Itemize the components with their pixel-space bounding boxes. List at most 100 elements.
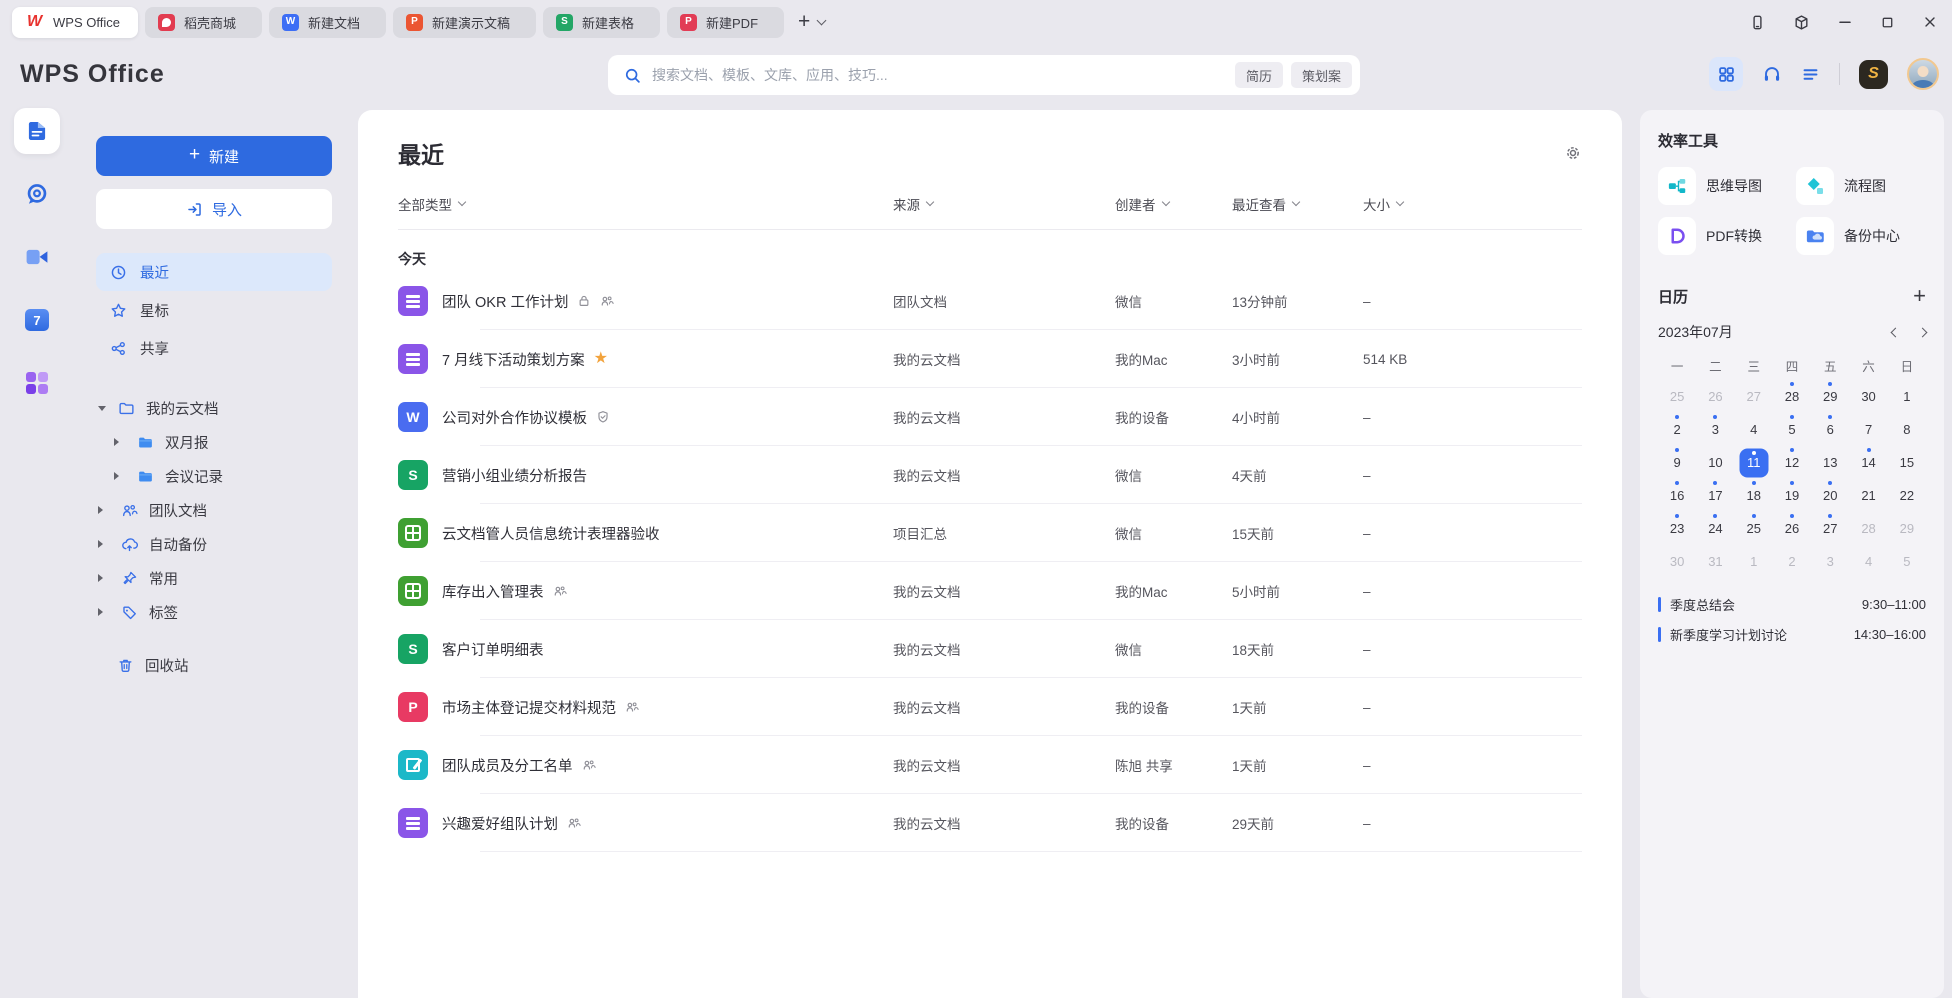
filter-creator[interactable]: 创建者	[1115, 194, 1232, 214]
close-button[interactable]	[1922, 14, 1938, 30]
calendar-day[interactable]: 2	[1658, 414, 1696, 445]
expand-arrow-icon[interactable]	[98, 608, 107, 616]
calendar-day[interactable]: 4	[1849, 546, 1887, 577]
tab-list-chevron-icon[interactable]	[818, 21, 825, 24]
new-tab-button[interactable]	[798, 10, 810, 34]
rail-calendar-icon[interactable]: 7	[14, 297, 60, 343]
sidebar-tree-item[interactable]: 团队文档	[96, 493, 332, 527]
calendar-day[interactable]: 4	[1735, 414, 1773, 445]
calendar-day[interactable]: 3	[1696, 414, 1734, 445]
calendar-day[interactable]: 6	[1811, 414, 1849, 445]
tool-item[interactable]: 备份中心	[1796, 217, 1926, 255]
expand-arrow-icon[interactable]	[114, 472, 123, 480]
calendar-day[interactable]: 13	[1811, 447, 1849, 478]
support-headset-icon[interactable]	[1762, 64, 1782, 84]
mobile-link-icon[interactable]	[1749, 14, 1766, 31]
file-row[interactable]: 团队 OKR 工作计划 团队文档 微信 13分钟前 –	[398, 272, 1582, 330]
calendar-day[interactable]: 5	[1888, 546, 1926, 577]
window-tab[interactable]: W WPS Office	[12, 7, 138, 38]
calendar-event[interactable]: 季度总结会 9:30–11:00	[1658, 589, 1926, 619]
tool-item[interactable]: PDF转换	[1658, 217, 1788, 255]
calendar-day[interactable]: 23	[1658, 513, 1696, 544]
search-suggestion-tag[interactable]: 简历	[1235, 62, 1283, 88]
calendar-day[interactable]: 21	[1849, 480, 1887, 511]
expand-arrow-icon[interactable]	[98, 506, 107, 514]
calendar-day[interactable]: 22	[1888, 480, 1926, 511]
calendar-day[interactable]: 26	[1773, 513, 1811, 544]
calendar-day[interactable]: 10	[1696, 447, 1734, 478]
member-badge-icon[interactable]	[1859, 60, 1888, 89]
calendar-day[interactable]: 20	[1811, 480, 1849, 511]
calendar-prev-icon[interactable]	[1891, 327, 1901, 337]
calendar-day[interactable]: 29	[1888, 513, 1926, 544]
sidebar-item-trash[interactable]: 回收站	[96, 655, 332, 676]
calendar-day[interactable]: 28	[1773, 381, 1811, 412]
calendar-day[interactable]: 24	[1696, 513, 1734, 544]
sidebar-tree-item[interactable]: 自动备份	[96, 527, 332, 561]
window-tab[interactable]: 稻壳商城	[145, 7, 262, 38]
calendar-day[interactable]: 26	[1696, 381, 1734, 412]
calendar-event[interactable]: 新季度学习计划讨论 14:30–16:00	[1658, 619, 1926, 649]
calendar-day[interactable]: 3	[1811, 546, 1849, 577]
window-tab[interactable]: W 新建文档	[269, 7, 386, 38]
search-bar[interactable]: 搜索文档、模板、文库、应用、技巧... 简历策划案	[608, 55, 1360, 95]
sidebar-tree-item[interactable]: 会议记录	[96, 459, 332, 493]
file-row[interactable]: 云文档管人员信息统计表理器验收 项目汇总 微信 15天前 –	[398, 504, 1582, 562]
calendar-next-icon[interactable]	[1918, 327, 1928, 337]
calendar-day[interactable]: 27	[1735, 381, 1773, 412]
rail-chat-icon[interactable]	[14, 171, 60, 217]
file-row[interactable]: S 客户订单明细表 我的云文档 微信 18天前 –	[398, 620, 1582, 678]
calendar-day[interactable]: 11	[1735, 447, 1773, 478]
sidebar-tree-item[interactable]: 双月报	[96, 425, 332, 459]
calendar-day[interactable]: 14	[1849, 447, 1887, 478]
file-row[interactable]: S 营销小组业绩分析报告 我的云文档 微信 4天前 –	[398, 446, 1582, 504]
calendar-day[interactable]: 1	[1888, 381, 1926, 412]
calendar-day[interactable]: 1	[1735, 546, 1773, 577]
calendar-day[interactable]: 19	[1773, 480, 1811, 511]
calendar-day[interactable]: 2	[1773, 546, 1811, 577]
sidebar-item[interactable]: 最近	[96, 253, 332, 291]
global-apps-grid-icon[interactable]	[1709, 57, 1743, 91]
calendar-day[interactable]: 30	[1849, 381, 1887, 412]
new-document-button[interactable]: 新建	[96, 136, 332, 176]
calendar-day[interactable]: 12	[1773, 447, 1811, 478]
file-row[interactable]: P 市场主体登记提交材料规范 我的云文档 我的设备 1天前 –	[398, 678, 1582, 736]
rail-apps-icon[interactable]	[14, 360, 60, 406]
filter-type[interactable]: 全部类型	[398, 194, 893, 214]
filter-source[interactable]: 来源	[893, 194, 1115, 214]
rail-docs-icon[interactable]	[14, 108, 60, 154]
sidebar-item[interactable]: 星标	[96, 291, 332, 329]
sidebar-tree-item[interactable]: 我的云文档	[96, 391, 332, 425]
file-row[interactable]: W 公司对外合作协议模板 我的云文档 我的设备 4小时前 –	[398, 388, 1582, 446]
calendar-day[interactable]: 25	[1658, 381, 1696, 412]
expand-arrow-icon[interactable]	[98, 540, 107, 548]
window-tab[interactable]: P 新建PDF	[667, 7, 784, 38]
star-icon[interactable]: ★	[594, 348, 608, 368]
user-avatar[interactable]	[1907, 58, 1939, 90]
tool-item[interactable]: 流程图	[1796, 167, 1926, 205]
rail-meeting-icon[interactable]	[14, 234, 60, 280]
calendar-day[interactable]: 15	[1888, 447, 1926, 478]
tool-item[interactable]: 思维导图	[1658, 167, 1788, 205]
sidebar-item[interactable]: 共享	[96, 329, 332, 367]
calendar-day[interactable]: 7	[1849, 414, 1887, 445]
calendar-day[interactable]: 27	[1811, 513, 1849, 544]
calendar-day[interactable]: 9	[1658, 447, 1696, 478]
filter-size[interactable]: 大小	[1363, 194, 1582, 214]
settings-gear-icon[interactable]	[1564, 144, 1582, 162]
calendar-day[interactable]: 28	[1849, 513, 1887, 544]
file-row[interactable]: 团队成员及分工名单 我的云文档 陈旭 共享 1天前 –	[398, 736, 1582, 794]
search-suggestion-tag[interactable]: 策划案	[1291, 62, 1352, 88]
calendar-day[interactable]: 29	[1811, 381, 1849, 412]
expand-arrow-icon[interactable]	[114, 438, 123, 446]
import-button[interactable]: 导入	[96, 189, 332, 229]
expand-arrow-icon[interactable]	[98, 574, 107, 582]
calendar-day[interactable]: 8	[1888, 414, 1926, 445]
calendar-day[interactable]: 30	[1658, 546, 1696, 577]
sidebar-tree-item[interactable]: 常用	[96, 561, 332, 595]
file-row[interactable]: 7 月线下活动策划方案 ★ 我的云文档 我的Mac 3小时前 514 KB	[398, 330, 1582, 388]
maximize-button[interactable]	[1880, 15, 1895, 30]
window-tab[interactable]: S 新建表格	[543, 7, 660, 38]
add-event-button[interactable]	[1913, 285, 1926, 308]
window-tab[interactable]: P 新建演示文稿	[393, 7, 536, 38]
